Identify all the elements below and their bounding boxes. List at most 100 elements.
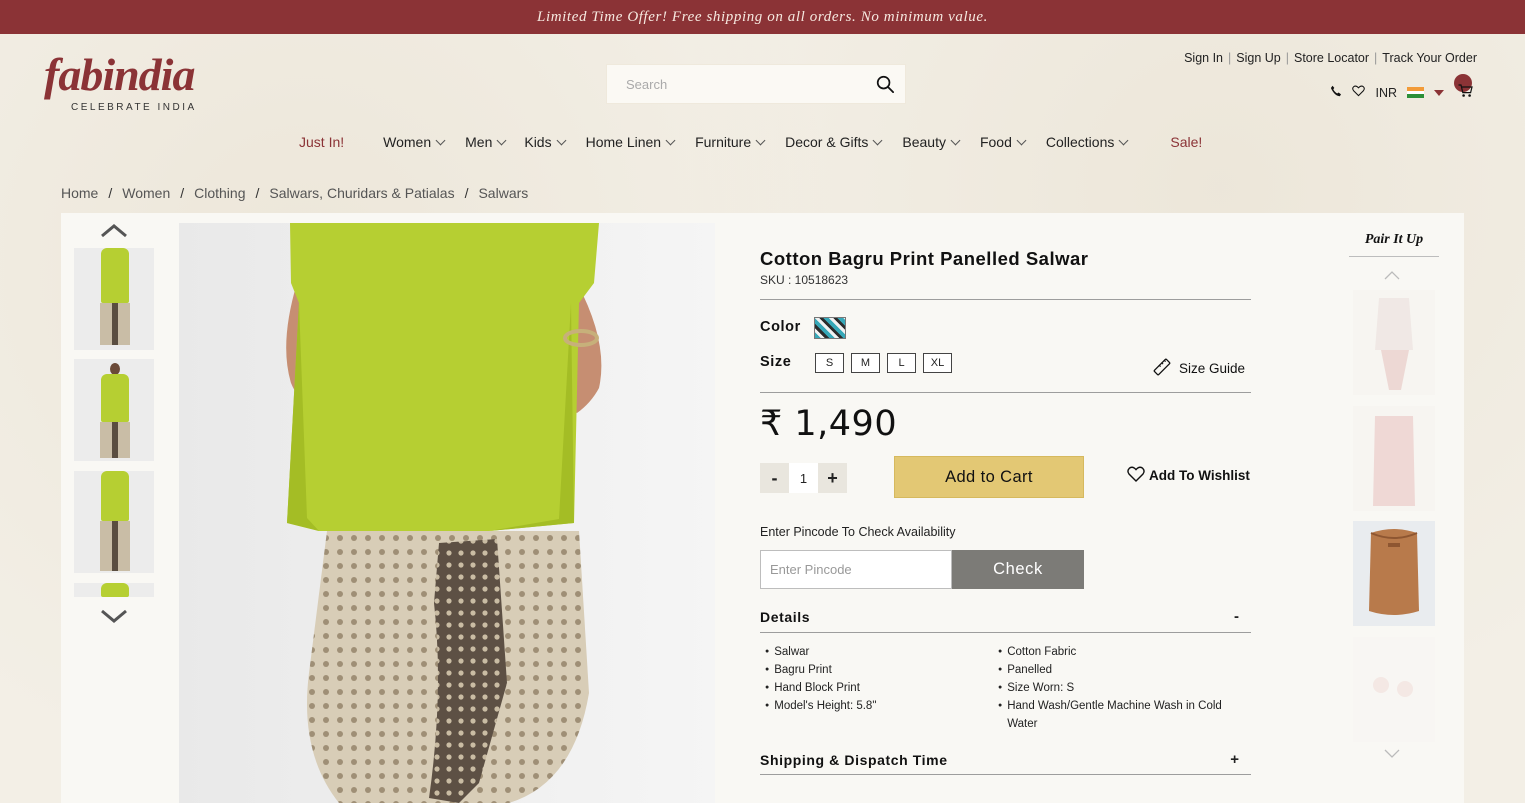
- pair-scroll-up-icon[interactable]: [1384, 269, 1400, 281]
- nav-item-kids[interactable]: Kids: [524, 134, 567, 150]
- heart-icon[interactable]: [1352, 85, 1366, 100]
- detail-item: Panelled: [998, 661, 1233, 679]
- product-main-image[interactable]: [179, 223, 715, 803]
- sign-in-link[interactable]: Sign In: [1184, 51, 1223, 65]
- expand-icon: +: [1230, 751, 1239, 768]
- shipping-accordion-header[interactable]: Shipping & Dispatch Time +: [760, 751, 1251, 768]
- size-option-l[interactable]: L: [887, 353, 916, 373]
- heart-icon: [1127, 466, 1145, 485]
- detail-item: Hand Wash/Gentle Machine Wash in Cold Wa…: [998, 697, 1233, 733]
- color-swatch[interactable]: [814, 317, 846, 339]
- size-guide-label: Size Guide: [1179, 361, 1246, 376]
- brand-tagline: CELEBRATE INDIA: [71, 102, 197, 113]
- add-to-wishlist-button[interactable]: Add To Wishlist: [1127, 466, 1250, 485]
- collapse-icon: -: [1234, 608, 1239, 625]
- details-accordion-header[interactable]: Details -: [760, 608, 1251, 625]
- chevron-down-icon: [665, 135, 676, 145]
- chevron-down-icon: [496, 135, 507, 145]
- breadcrumb: Home / Women / Clothing / Salwars, Churi…: [61, 185, 528, 201]
- product-thumbnail[interactable]: [74, 471, 154, 573]
- account-links: Sign In | Sign Up | Store Locator | Trac…: [1184, 51, 1477, 65]
- breadcrumb-home[interactable]: Home: [61, 185, 98, 201]
- search-icon[interactable]: [865, 75, 905, 94]
- nav-item-decor-gifts[interactable]: Decor & Gifts: [785, 134, 883, 150]
- pincode-label: Enter Pincode To Check Availability: [760, 525, 956, 539]
- thumbnail-salwar: [100, 303, 130, 345]
- ruler-icon: [1152, 357, 1172, 380]
- nav-item-label: Sale!: [1170, 134, 1203, 150]
- detail-item: Hand Block Print: [765, 679, 985, 697]
- track-order-link[interactable]: Track Your Order: [1382, 51, 1477, 65]
- breadcrumb-separator: /: [255, 185, 260, 201]
- breadcrumb-salwars-churidars-patialas[interactable]: Salwars, Churidars & Patialas: [269, 185, 454, 201]
- breadcrumb-separator: /: [180, 185, 185, 201]
- thumbnail-scroll-down-icon[interactable]: [100, 606, 128, 626]
- quantity-decrease-button[interactable]: -: [760, 463, 789, 493]
- detail-item: Bagru Print: [765, 661, 985, 679]
- color-label: Color: [760, 319, 801, 335]
- product-sku: SKU : 10518623: [760, 273, 849, 287]
- phone-icon[interactable]: [1330, 85, 1342, 100]
- size-option-xl[interactable]: XL: [923, 353, 952, 373]
- pair-product-image[interactable]: [1353, 637, 1435, 742]
- nav-item-label: Kids: [524, 134, 552, 150]
- thumbnail-kurta: [101, 248, 129, 303]
- nav-item-furniture[interactable]: Furniture: [695, 134, 766, 150]
- nav-item-label: Just In!: [299, 134, 345, 150]
- thumbnail-scroll-up-icon[interactable]: [100, 221, 128, 241]
- chevron-down-icon[interactable]: [1434, 86, 1444, 100]
- size-guide-link[interactable]: Size Guide: [1152, 357, 1245, 380]
- breadcrumb-separator: /: [108, 185, 113, 201]
- search-input[interactable]: [607, 65, 865, 103]
- product-price: ₹ 1,490: [760, 404, 898, 444]
- product-photo: [179, 223, 715, 803]
- pair-product-image[interactable]: [1353, 406, 1435, 511]
- divider: [760, 774, 1251, 775]
- brand-logo[interactable]: fabindia CELEBRATE INDIA: [44, 52, 219, 114]
- nav-item-men[interactable]: Men: [465, 134, 507, 150]
- nav-item-sale[interactable]: Sale!: [1170, 134, 1202, 150]
- india-flag-icon[interactable]: [1407, 87, 1424, 99]
- sign-up-link[interactable]: Sign Up: [1236, 51, 1280, 65]
- nav-item-food[interactable]: Food: [980, 134, 1027, 150]
- breadcrumb-salwars[interactable]: Salwars: [478, 185, 528, 201]
- quantity-stepper: - 1 +: [760, 463, 847, 493]
- breadcrumb-women[interactable]: Women: [122, 185, 170, 201]
- pair-scroll-down-icon[interactable]: [1384, 748, 1400, 760]
- thumbnail-kurta: [101, 374, 129, 422]
- store-locator-link[interactable]: Store Locator: [1294, 51, 1369, 65]
- nav-item-label: Men: [465, 134, 493, 150]
- divider: [760, 632, 1251, 633]
- product-thumbnail[interactable]: [74, 583, 154, 597]
- nav-item-beauty[interactable]: Beauty: [902, 134, 961, 150]
- size-label: Size: [760, 354, 792, 370]
- shipping-title: Shipping & Dispatch Time: [760, 751, 948, 768]
- currency-label[interactable]: INR: [1375, 86, 1397, 100]
- add-to-cart-button[interactable]: Add to Cart: [894, 456, 1084, 498]
- nav-item-home-linen[interactable]: Home Linen: [586, 134, 676, 150]
- product-thumbnail[interactable]: [74, 248, 154, 350]
- nav-item-label: Collections: [1045, 134, 1115, 150]
- size-option-m[interactable]: M: [851, 353, 880, 373]
- thumbnail-salwar: [100, 422, 130, 458]
- details-list-left: Salwar Bagru Print Hand Block Print Mode…: [765, 643, 985, 715]
- quantity-value[interactable]: 1: [789, 463, 818, 493]
- nav-item-just-in[interactable]: Just In!: [299, 134, 344, 150]
- details-title: Details: [760, 608, 811, 625]
- cart-icon[interactable]: [1458, 84, 1473, 101]
- pair-product-image[interactable]: [1353, 290, 1435, 395]
- chevron-down-icon: [755, 135, 766, 145]
- nav-item-women[interactable]: Women: [383, 134, 446, 150]
- quantity-increase-button[interactable]: +: [818, 463, 847, 493]
- breadcrumb-clothing[interactable]: Clothing: [194, 185, 245, 201]
- size-option-s[interactable]: S: [815, 353, 844, 373]
- product-thumbnail[interactable]: [74, 359, 154, 461]
- pair-product-image[interactable]: [1353, 521, 1435, 626]
- check-pincode-button[interactable]: Check: [952, 550, 1084, 589]
- pincode-input[interactable]: [760, 550, 952, 589]
- detail-item: Cotton Fabric: [998, 643, 1233, 661]
- divider: [760, 299, 1251, 300]
- nav-item-label: Women: [383, 134, 432, 150]
- nav-item-collections[interactable]: Collections: [1045, 134, 1129, 150]
- nav-item-label: Decor & Gifts: [785, 134, 869, 150]
